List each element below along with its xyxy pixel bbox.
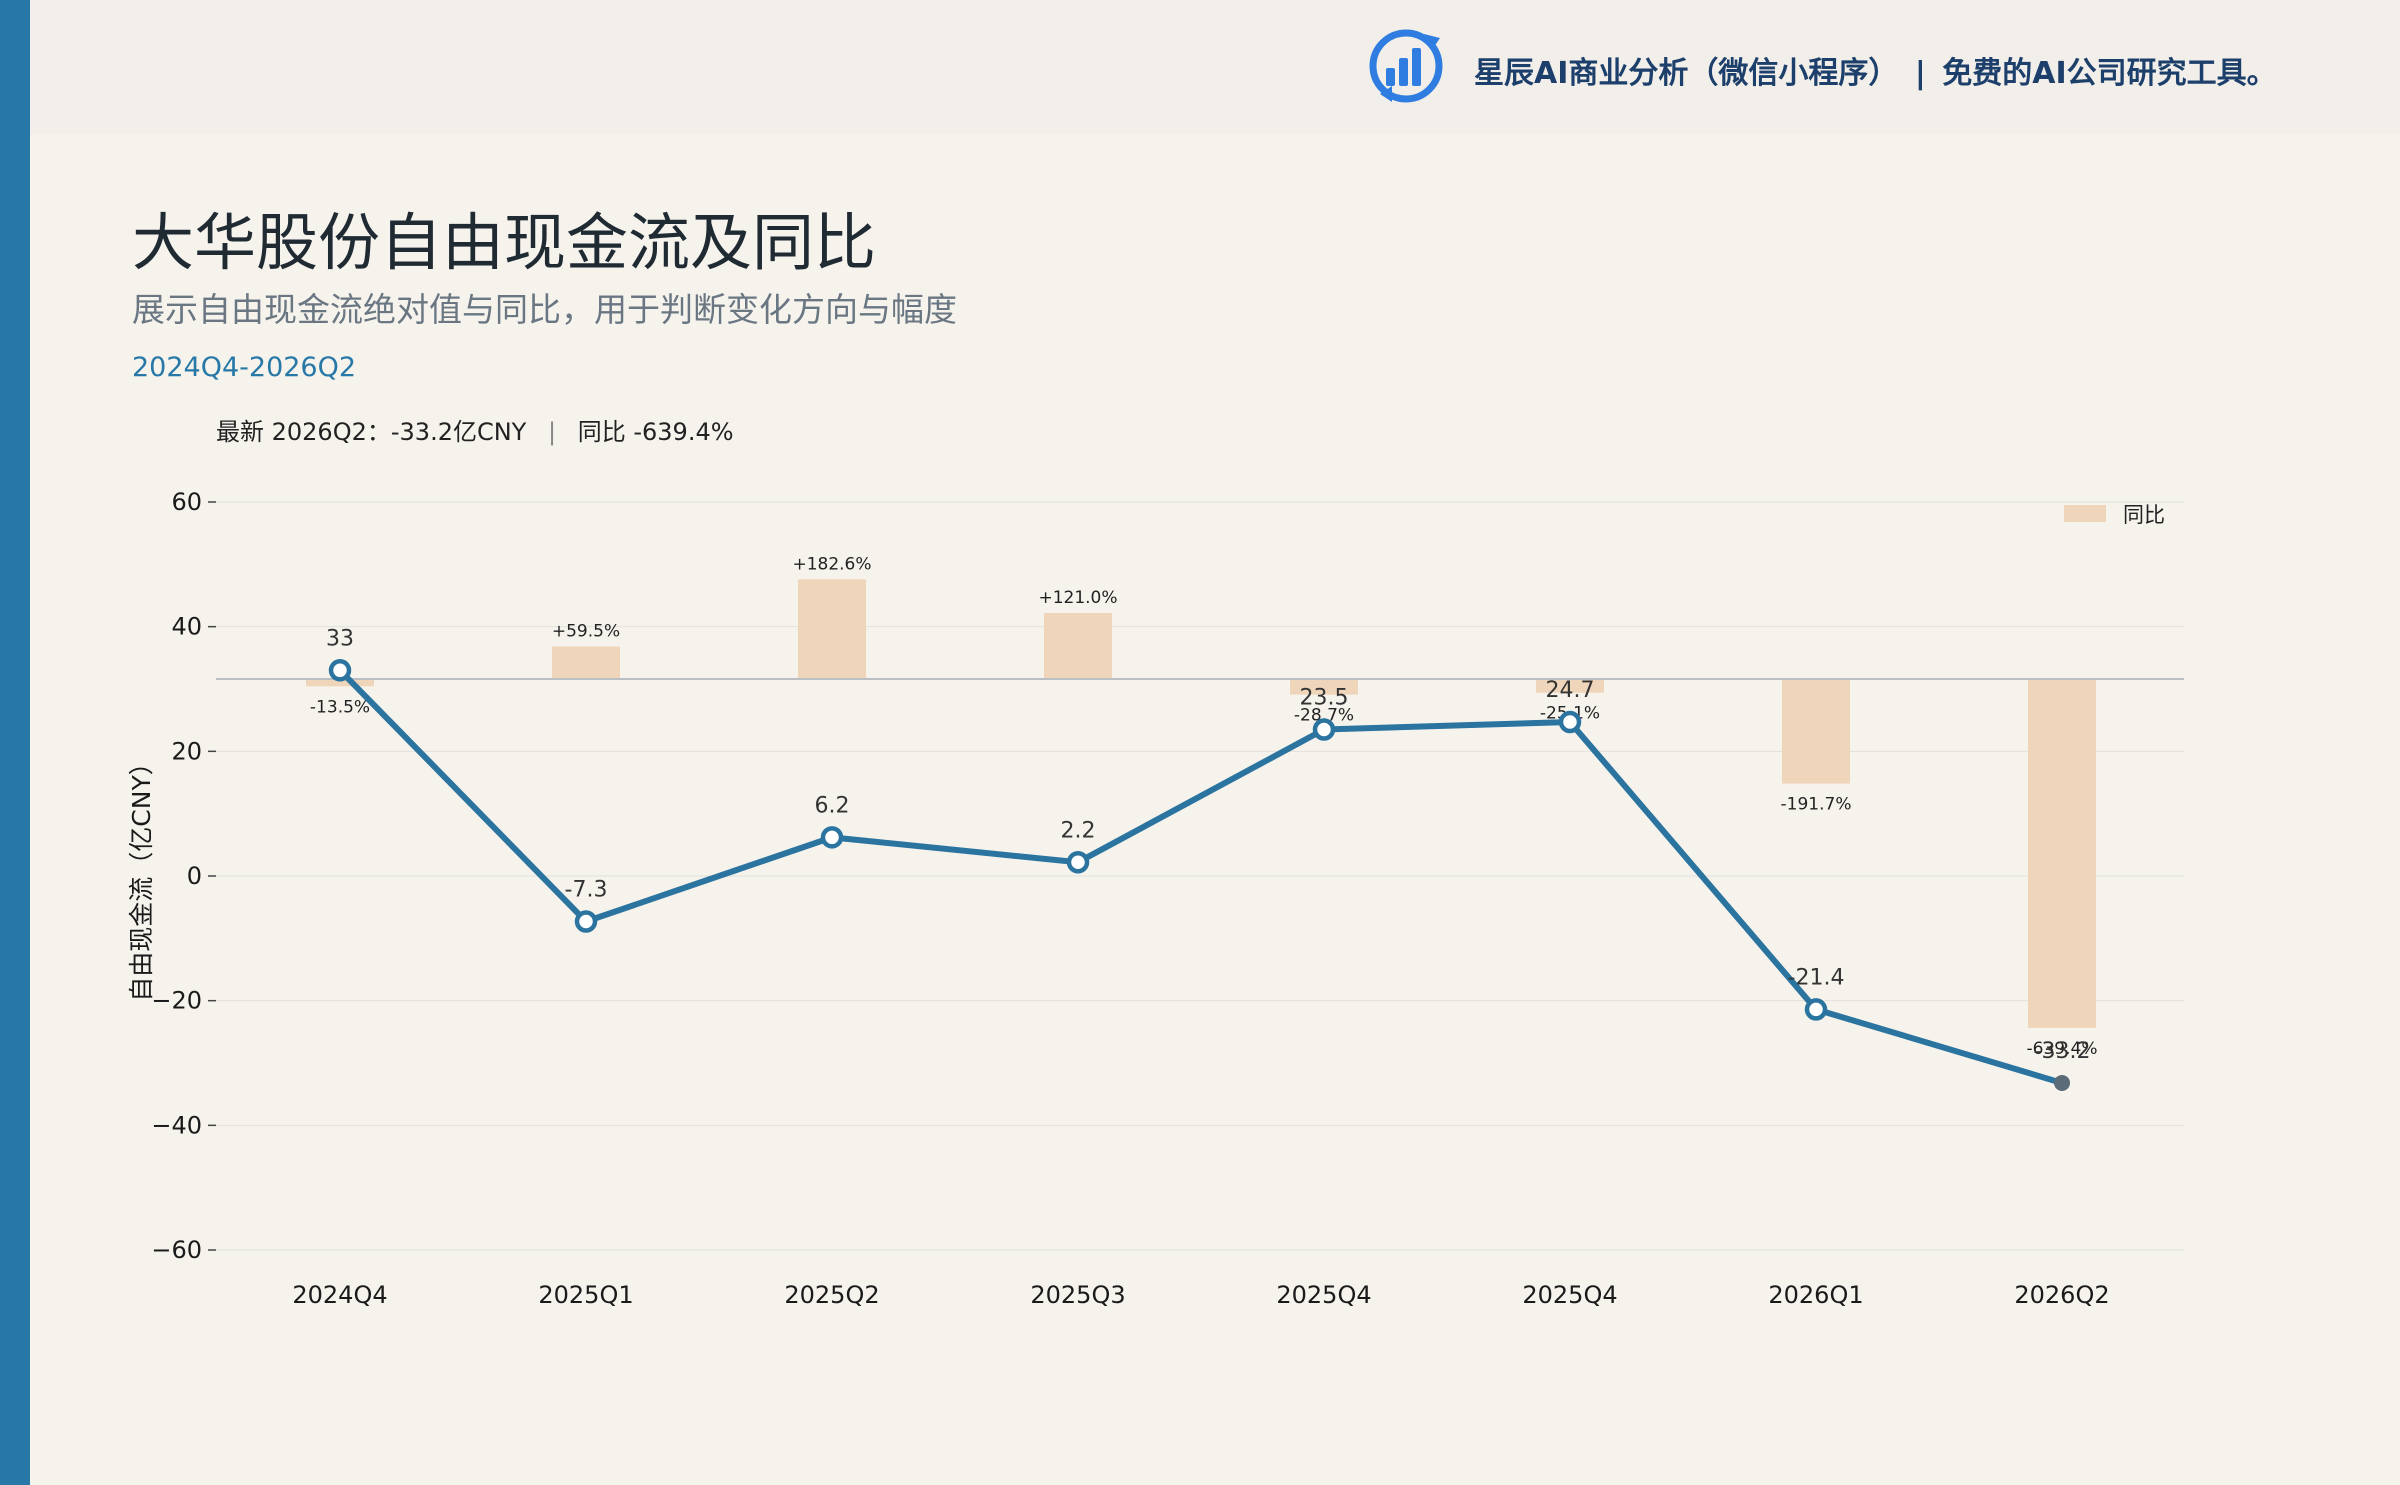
- legend-swatch: [2064, 505, 2106, 522]
- yoy-bar-label: +59.5%: [552, 622, 620, 642]
- fcf-value-label: 24.7: [1546, 678, 1595, 703]
- fcf-value-label: -21.4: [1788, 965, 1845, 990]
- x-tick-label: 2025Q3: [1030, 1281, 1125, 1309]
- y-tick-label: −20: [151, 987, 202, 1015]
- y-tick-label: −40: [151, 1111, 202, 1139]
- yoy-bar: [798, 579, 866, 679]
- fcf-value-label: 33: [326, 626, 354, 651]
- yoy-bar: [2028, 679, 2096, 1028]
- fcf-point-latest: [2054, 1074, 2070, 1091]
- x-tick-label: 2024Q4: [292, 1281, 387, 1309]
- x-tick-label: 2025Q4: [1522, 1281, 1617, 1309]
- fcf-point: [574, 910, 598, 933]
- y-tick-label: 0: [187, 862, 202, 890]
- fcf-point: [1558, 710, 1582, 734]
- x-tick-label: 2025Q1: [538, 1281, 633, 1309]
- fcf-chart: 60 40 20 0 −20 −40 −60 自由现金流（亿CNY） 2024Q4 2025Q1 2…: [127, 488, 2184, 1309]
- x-tick-label: 2025Q2: [784, 1281, 879, 1309]
- fcf-point: [1066, 851, 1090, 874]
- x-tick-label: 2026Q2: [2014, 1281, 2109, 1309]
- fcf-value-label: 23.5: [1300, 686, 1349, 711]
- x-tick-label: 2025Q4: [1276, 1281, 1371, 1309]
- y-axis-title: 自由现金流（亿CNY）: [127, 750, 156, 1001]
- fcf-value-label: 6.2: [815, 793, 850, 818]
- yoy-bar: [552, 646, 620, 679]
- fcf-value-label: 2.2: [1061, 818, 1096, 843]
- fcf-value-label: -33.2: [2034, 1039, 2091, 1064]
- fcf-point: [1804, 998, 1828, 1021]
- chart-page: 星辰AI商业分析（微信小程序） | 免费的AI公司研究工具。 大华股份自由现金流…: [0, 0, 2400, 1485]
- legend-label: 同比: [2123, 503, 2165, 527]
- y-tick-label: 60: [171, 488, 202, 516]
- fcf-point: [1312, 718, 1336, 741]
- y-tick-label: −60: [151, 1236, 202, 1264]
- fcf-value-label: -7.3: [565, 878, 608, 903]
- x-tick-label: 2026Q1: [1768, 1281, 1863, 1309]
- yoy-bar: [1044, 612, 1112, 679]
- yoy-bar-label: +182.6%: [792, 554, 871, 574]
- yoy-bar-label: +121.0%: [1038, 588, 1117, 608]
- y-tick-label: 20: [171, 737, 202, 765]
- fcf-point: [820, 826, 844, 849]
- fcf-point: [328, 659, 352, 682]
- yoy-bar: [1782, 679, 1850, 784]
- y-tick-label: 40: [171, 613, 202, 641]
- yoy-bar-label: -13.5%: [310, 697, 370, 717]
- yoy-bar-label: -191.7%: [1781, 795, 1852, 815]
